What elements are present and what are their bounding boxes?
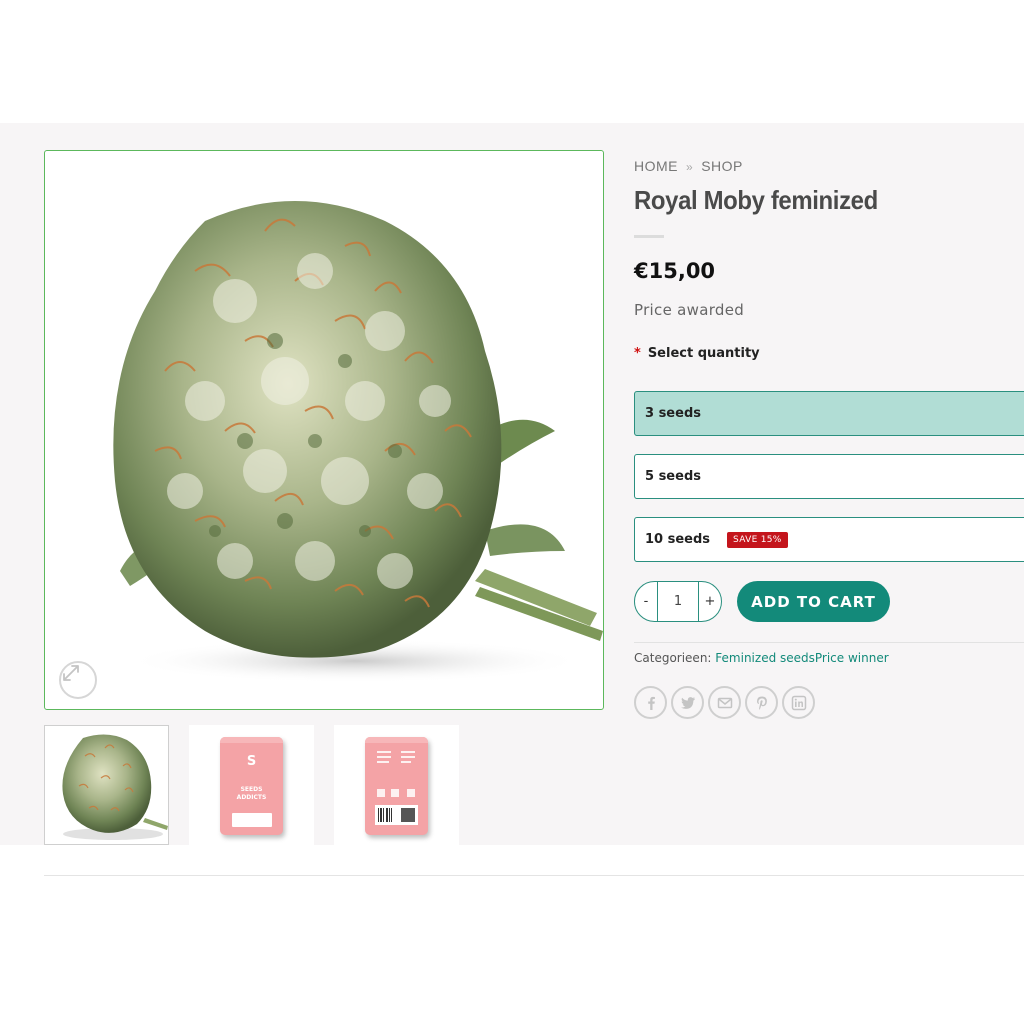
breadcrumb: HOME » SHOP [634, 158, 743, 174]
linkedin-icon [791, 695, 806, 710]
categories-label: Categorieen: [634, 651, 712, 665]
required-marker: * [634, 346, 641, 361]
option-5-seeds[interactable]: 5 seeds [634, 454, 1024, 499]
seed-pack-front: S SEEDS ADDICTS [220, 737, 283, 835]
breadcrumb-home-link[interactable]: HOME [634, 158, 678, 174]
variation-label: * Select quantity [634, 346, 760, 361]
pack-brand-line2: ADDICTS [236, 794, 267, 801]
share-pinterest-button[interactable] [745, 686, 778, 719]
option-3-seeds[interactable]: 3 seeds [634, 391, 1024, 436]
option-10-seeds[interactable]: 10 seeds SAVE 15% [634, 517, 1024, 562]
facebook-icon [647, 696, 655, 710]
email-icon [717, 697, 732, 708]
meta-divider [634, 642, 1024, 643]
thumbnail-bud[interactable] [44, 725, 169, 845]
title-divider [634, 235, 664, 238]
bud-thumbnail-image [62, 734, 168, 840]
product-categories: Categorieen: Feminized seedsPrice winner [634, 651, 889, 665]
price-note: Price awarded [634, 301, 745, 319]
option-label: 3 seeds [645, 406, 701, 421]
cannabis-bud-image [113, 201, 603, 683]
expand-icon [63, 665, 79, 681]
variation-label-text: Select quantity [647, 346, 760, 361]
category-link-feminized[interactable]: Feminized seeds [715, 651, 815, 665]
product-title: Royal Moby feminized [634, 185, 878, 215]
quantity-input[interactable]: 1 [657, 582, 699, 621]
share-facebook-button[interactable] [634, 686, 667, 719]
quantity-stepper: - 1 + [634, 581, 722, 622]
share-email-button[interactable] [708, 686, 741, 719]
option-label: 10 seeds [645, 532, 711, 547]
add-to-cart-button[interactable]: ADD TO CART [737, 581, 890, 622]
save-badge: SAVE 15% [727, 531, 788, 548]
pinterest-icon [756, 696, 767, 710]
product-price: €15,00 [634, 259, 716, 283]
pack-brand-line1: SEEDS [240, 786, 263, 793]
share-linkedin-button[interactable] [782, 686, 815, 719]
thumbnail-pack-back[interactable] [334, 725, 459, 845]
section-divider [44, 875, 1024, 876]
breadcrumb-separator: » [686, 160, 694, 174]
zoom-button[interactable] [59, 661, 97, 699]
option-label: 5 seeds [645, 469, 701, 484]
seed-pack-back [365, 737, 428, 835]
category-link-price-winner[interactable]: Price winner [815, 651, 889, 665]
pack-logo-icon: S [246, 754, 257, 769]
main-product-image[interactable] [44, 150, 604, 710]
twitter-icon [680, 696, 695, 709]
thumbnail-pack-front[interactable]: S SEEDS ADDICTS [189, 725, 314, 845]
pack-label [232, 813, 272, 827]
breadcrumb-shop-link[interactable]: SHOP [701, 158, 743, 174]
barcode-icon [375, 751, 418, 825]
share-twitter-button[interactable] [671, 686, 704, 719]
